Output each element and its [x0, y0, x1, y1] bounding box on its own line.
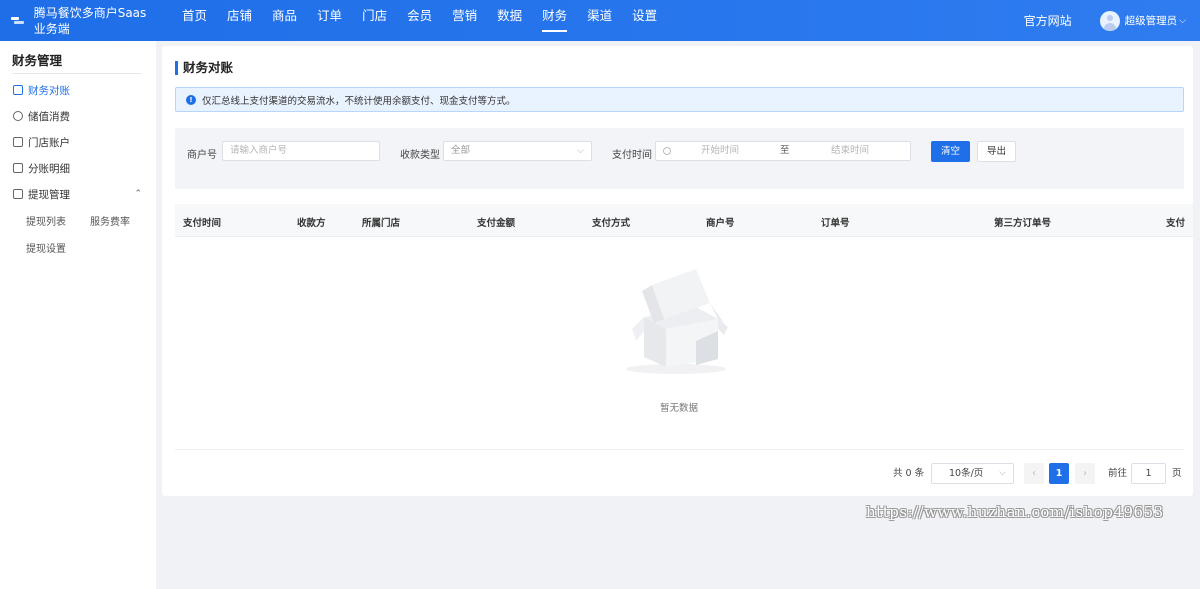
official-site-link[interactable]: 官方网站 — [1024, 12, 1072, 29]
date-range-picker[interactable]: 开始时间 至 结束时间 — [655, 141, 911, 161]
column-header: 第三方订单号 — [994, 218, 1052, 229]
end-time-placeholder[interactable]: 结束时间 — [831, 142, 869, 160]
brand-logo-icon — [11, 16, 25, 26]
export-button[interactable]: 导出 — [977, 141, 1016, 162]
sidebar-item-store-account[interactable]: 门店账户 — [0, 129, 156, 155]
chevron-down-icon: ⌵ — [999, 468, 1006, 478]
card-icon — [13, 137, 23, 147]
column-header: 订单号 — [821, 218, 850, 229]
payment-type-label: 收款类型 — [400, 150, 440, 161]
table-header: 支付时间 收款方 所属门店 支付金额 支付方式 商户号 订单号 第三方订单号 支… — [175, 204, 1193, 237]
document-icon — [13, 85, 23, 95]
chevron-down-icon: ⌵ — [1179, 15, 1186, 26]
sidebar-sub-item-withdraw-settings[interactable]: 提现设置 — [26, 240, 66, 255]
document-icon — [13, 189, 23, 199]
nav-item-data[interactable]: 数据 — [487, 0, 532, 41]
payment-type-select[interactable]: 全部 ⌵ — [443, 141, 592, 161]
nav-item-finance[interactable]: 财务 — [532, 0, 577, 41]
filter-panel: 商户号 请输入商户号 收款类型 全部 ⌵ 支付时间 开始时间 至 结束时间 清空… — [175, 128, 1184, 189]
column-header: 商户号 — [706, 218, 735, 229]
date-separator: 至 — [780, 145, 790, 156]
nav-item-orders[interactable]: 订单 — [307, 0, 352, 41]
user-menu[interactable]: 超级管理员 ⌵ — [1099, 10, 1186, 31]
sidebar-item-stored-value[interactable]: 储值消费 — [0, 103, 156, 129]
sidebar-sub-item-withdraw-list[interactable]: 提现列表 — [26, 213, 66, 228]
sidebar-item-label: 提现管理 — [28, 188, 70, 201]
nav-item-channels[interactable]: 渠道 — [577, 0, 622, 41]
info-icon: ! — [186, 94, 196, 105]
merchant-input[interactable]: 请输入商户号 — [222, 141, 380, 161]
sidebar-item-split-details[interactable]: 分账明细 — [0, 155, 156, 181]
empty-text: 暂无数据 — [660, 403, 699, 414]
empty-box-icon — [626, 269, 728, 374]
sidebar-item-reconciliation[interactable]: 财务对账 — [0, 77, 156, 103]
nav-item-home[interactable]: 首页 — [172, 0, 217, 41]
column-header: 支付 — [1166, 218, 1186, 229]
sidebar-title: 财务管理 — [12, 53, 63, 68]
page-number-current[interactable]: 1 — [1049, 463, 1069, 484]
nav-right: 官方网站 超级管理员 ⌵ — [1024, 0, 1200, 41]
watermark-text: https://www.huzhan.com/ishop49653 — [866, 503, 1164, 521]
alert-text: 仅汇总线上支付渠道的交易流水，不统计使用余额支付、现金支付等方式。 — [202, 95, 516, 107]
merchant-label: 商户号 — [187, 150, 217, 161]
column-header: 支付时间 — [183, 218, 222, 229]
goto-label: 前往 — [1108, 468, 1128, 479]
document-icon — [13, 163, 23, 173]
nav-item-goods[interactable]: 商品 — [262, 0, 307, 41]
column-header: 支付金额 — [477, 218, 516, 229]
prev-page-button[interactable]: ‹ — [1024, 463, 1044, 484]
column-header: 支付方式 — [592, 218, 631, 229]
chevron-down-icon: ⌵ — [577, 146, 584, 156]
divider — [175, 449, 1184, 450]
info-alert: ! 仅汇总线上支付渠道的交易流水，不统计使用余额支付、现金支付等方式。 — [175, 87, 1184, 112]
clock-icon — [663, 147, 671, 155]
pay-time-label: 支付时间 — [612, 150, 652, 161]
nav-item-members[interactable]: 会员 — [397, 0, 442, 41]
sidebar-item-label: 门店账户 — [28, 136, 70, 149]
nav-item-settings[interactable]: 设置 — [622, 0, 667, 41]
user-name: 超级管理员 — [1124, 15, 1178, 27]
pagination-total: 共 0 条 — [893, 468, 925, 479]
start-time-placeholder[interactable]: 开始时间 — [701, 142, 739, 160]
chevron-up-icon: ⌃ — [134, 189, 142, 199]
brand[interactable]: 腾马餐饮多商户Saas业务端 — [0, 0, 156, 41]
sidebar-item-withdraw-management[interactable]: 提现管理 ⌃ — [0, 181, 156, 207]
sidebar-sub-row: 提现设置 — [0, 234, 156, 261]
merchant-placeholder: 请输入商户号 — [230, 145, 288, 156]
page-title: 财务对账 — [175, 61, 233, 75]
nav-item-stores[interactable]: 门店 — [352, 0, 397, 41]
sidebar-sub-item-service-rate[interactable]: 服务费率 — [90, 213, 130, 228]
page-size-value: 10条/页 — [949, 468, 984, 479]
main-nav: 首页 店铺 商品 订单 门店 会员 营销 数据 财务 渠道 设置 — [172, 0, 667, 41]
avatar — [1099, 10, 1120, 31]
sidebar-item-label: 财务对账 — [28, 84, 70, 97]
top-navbar: 腾马餐饮多商户Saas业务端 首页 店铺 商品 订单 门店 会员 营销 数据 财… — [0, 0, 1200, 41]
payment-type-value: 全部 — [451, 145, 471, 156]
nav-item-shop[interactable]: 店铺 — [217, 0, 262, 41]
nav-item-marketing[interactable]: 营销 — [442, 0, 487, 41]
goto-suffix: 页 — [1172, 468, 1182, 479]
column-header: 所属门店 — [362, 218, 401, 229]
clear-button[interactable]: 清空 — [931, 141, 970, 162]
brand-name: 腾马餐饮多商户Saas业务端 — [33, 5, 147, 36]
sidebar-item-label: 储值消费 — [28, 110, 70, 123]
page-size-select[interactable]: 10条/页 ⌵ — [931, 463, 1014, 484]
coin-icon — [13, 111, 23, 121]
next-page-button[interactable]: › — [1075, 463, 1095, 484]
sidebar-sub-row: 提现列表 服务费率 — [0, 207, 156, 234]
column-header: 收款方 — [297, 218, 326, 229]
sidebar-item-label: 分账明细 — [28, 162, 70, 175]
sidebar: 财务管理 财务对账 储值消费 门店账户 分账明细 提现管理 ⌃ 提现列表 服务费… — [0, 41, 156, 589]
main-card: 财务对账 ! 仅汇总线上支付渠道的交易流水，不统计使用余额支付、现金支付等方式。… — [162, 46, 1193, 496]
goto-page-input[interactable]: 1 — [1131, 463, 1166, 484]
